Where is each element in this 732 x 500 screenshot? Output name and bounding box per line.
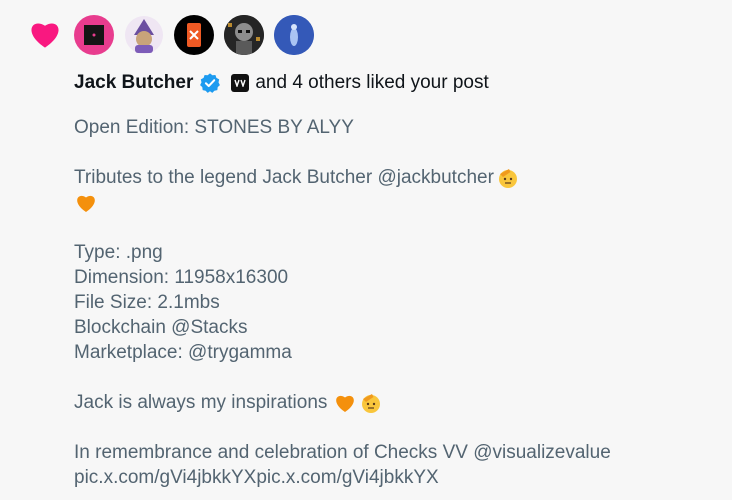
vv-logo-icon[interactable] — [231, 74, 250, 92]
notification-headline: Jack Butcher and 4 others liked your pos… — [74, 70, 489, 96]
liker-name[interactable]: Jack Butcher — [74, 72, 193, 94]
heart-icon — [31, 23, 59, 48]
post-line-media-link[interactable]: pic.x.com/gVi4jbkkYXpic.x.com/gVi4jbkkYX — [74, 465, 611, 490]
orange-heart-icon — [336, 395, 355, 412]
avatar-purple-character[interactable] — [124, 15, 164, 55]
post-line-blockchain: Blockchain @Stacks — [74, 317, 248, 338]
avatar-orange-badge[interactable] — [174, 15, 214, 55]
saluting-face-icon — [498, 168, 517, 188]
post-body[interactable]: Open Edition: STONES BY ALYY Tributes to… — [74, 115, 611, 490]
post-line-marketplace: Marketplace: @trygamma — [74, 342, 292, 363]
tribute-text: Tributes to the legend Jack Butcher @jac… — [74, 167, 494, 188]
headline-suffix: and 4 others liked your post — [255, 72, 489, 93]
avatar-pink-square[interactable] — [74, 15, 114, 55]
post-line-title: Open Edition: STONES BY ALYY — [74, 117, 354, 138]
post-line-inspiration: Jack is always my inspirations — [74, 390, 611, 415]
saluting-face-icon — [362, 393, 381, 413]
verified-icon — [200, 73, 221, 93]
post-line-tribute: Tributes to the legend Jack Butcher @jac… — [74, 165, 611, 190]
post-line-heart — [74, 190, 611, 215]
avatar-dark-art[interactable] — [224, 15, 264, 55]
inspiration-text: Jack is always my inspirations — [74, 392, 328, 413]
orange-heart-icon — [77, 195, 95, 212]
post-line-filesize: File Size: 2.1mbs — [74, 292, 220, 313]
post-line-dimension: Dimension: 11958x16300 — [74, 267, 289, 288]
post-line-remembrance: In remembrance and celebration of Checks… — [74, 442, 611, 463]
post-line-type: Type: .png — [74, 242, 163, 263]
avatar-blue[interactable] — [274, 15, 314, 55]
liker-avatars — [74, 15, 314, 55]
